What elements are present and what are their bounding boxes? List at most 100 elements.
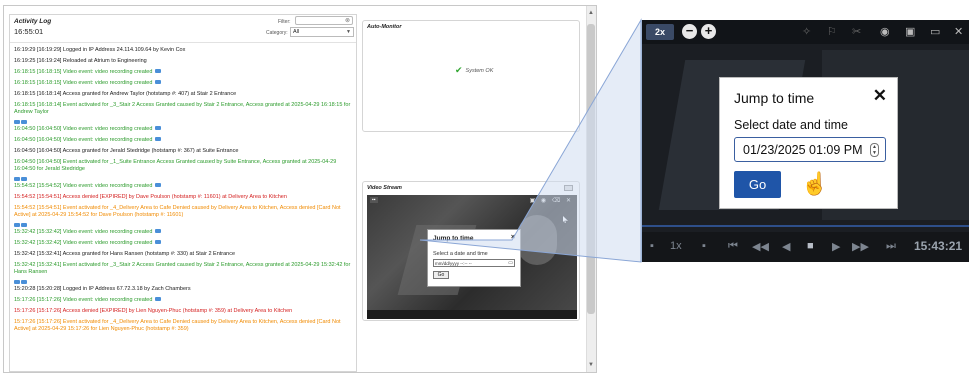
scrollbar-thumb[interactable]: [587, 24, 595, 314]
chevron-down-icon: ▼: [346, 29, 351, 35]
video-clip-icons[interactable]: [14, 177, 352, 181]
camera-icon[interactable]: [14, 120, 20, 124]
dialog-label: Select a date and time: [433, 251, 488, 257]
log-entry-text: 15:17:26 [15:17:26] Video event: video r…: [14, 297, 153, 303]
datetime-value: 01/23/2025 01:09 PM: [743, 143, 863, 157]
zoom-out-icon[interactable]: −: [682, 24, 697, 39]
datetime-input[interactable]: 01/23/2025 01:09 PM ▲ ▼: [734, 137, 886, 162]
frame-icon[interactable]: ▪: [650, 240, 654, 252]
camera-icon[interactable]: [14, 280, 20, 284]
datetime-placeholder: mm/dd/yyyy --:-- --: [435, 261, 472, 266]
video-toolbar-icons[interactable]: ▣ ◉ ⌫ ✕: [530, 197, 573, 204]
fast-forward-icon[interactable]: ▶▶: [852, 240, 869, 253]
category-select[interactable]: All ▼: [290, 27, 354, 37]
zoom-toolbar: 2x − + ✧ ⚐ ✂ ◉ ▣ ▭ ✕: [642, 20, 969, 44]
log-entry-text: 16:18:15 [16:18:14] Access granted for A…: [14, 91, 237, 97]
video-overlay-tag: ▪▪: [370, 197, 378, 203]
skip-end-icon[interactable]: ⏭: [886, 240, 896, 253]
log-entry-text: 16:18:15 [16:18:15] Video event: video r…: [14, 80, 153, 86]
log-entry: 16:18:15 [16:18:15] Video event: video r…: [14, 80, 352, 87]
camera-icon[interactable]: [21, 223, 27, 227]
log-entry: 16:04:50 [16:04:50] Video event: video r…: [14, 126, 352, 133]
log-entry-text: 15:54:52 [15:54:51] Event activated for …: [14, 205, 341, 218]
filter-input[interactable]: ⊗: [295, 16, 353, 25]
stepper-icon[interactable]: ▲ ▼: [870, 143, 879, 157]
log-entry: 15:17:26 [15:17:26] Access denied [EXPIR…: [14, 308, 352, 315]
camera-icon[interactable]: [155, 69, 162, 73]
video-feed[interactable]: ▪▪ ▣ ◉ ⌫ ✕ Jump to time × Select a date …: [367, 195, 577, 319]
play-icon[interactable]: ▶: [832, 240, 840, 253]
close-icon[interactable]: ✕: [873, 86, 887, 106]
step-back-icon[interactable]: ◀: [782, 240, 790, 253]
zoom-in-icon[interactable]: +: [701, 24, 716, 39]
camera-icon[interactable]: [14, 177, 20, 181]
go-button[interactable]: Go: [734, 171, 781, 198]
camera-icon[interactable]: [21, 120, 27, 124]
speed-label[interactable]: 1x: [670, 240, 682, 252]
datetime-input[interactable]: mm/dd/yyyy --:-- -- ▭: [433, 259, 515, 267]
log-entry-text: 15:32:42 [15:32:41] Access granted for H…: [14, 251, 236, 257]
log-entry-text: 16:04:50 [16:04:50] Video event: video r…: [14, 137, 153, 143]
log-entry: 15:54:52 [15:54:51] Access denied [EXPIR…: [14, 194, 352, 201]
scroll-down-icon[interactable]: ▼: [587, 360, 595, 370]
close-icon[interactable]: ✕: [954, 25, 963, 38]
disabled-tool-icon: ✧: [802, 26, 812, 38]
video-scene-shape: [517, 215, 557, 265]
skip-start-icon[interactable]: ⏮: [728, 240, 738, 253]
log-entry: 15:54:52 [15:54:52] Video event: video r…: [14, 183, 352, 190]
video-clip-icons[interactable]: [14, 280, 352, 284]
video-panel-toggle[interactable]: [564, 185, 573, 191]
video-clip-icons[interactable]: [14, 223, 352, 227]
zoom-level-button[interactable]: 2x: [646, 24, 674, 40]
stop-icon[interactable]: ■: [807, 240, 814, 252]
log-entry-text: 16:18:15 [16:18:14] Event activated for …: [14, 102, 351, 115]
log-entry-text: 15:20:28 [15:20:28] Logged in IP Address…: [14, 286, 191, 292]
camera-icon[interactable]: [155, 297, 162, 301]
log-entry: 16:18:15 [16:18:15] Video event: video r…: [14, 69, 352, 76]
camera-icon[interactable]: [155, 240, 162, 244]
filter-label: Filter:: [278, 19, 291, 25]
close-icon[interactable]: ×: [511, 234, 515, 241]
log-entry: 15:17:26 [15:17:26] Video event: video r…: [14, 297, 352, 304]
disabled-tool-icon: ✂: [852, 26, 862, 38]
video-control-bar[interactable]: [367, 310, 577, 319]
camera-icon[interactable]: [21, 177, 27, 181]
scrollbar[interactable]: ▲ ▼: [586, 6, 596, 372]
log-entry-text: 16:19:29 [16:19:29] Logged in IP Address…: [14, 47, 186, 53]
frame-icon[interactable]: ▪: [702, 240, 706, 252]
log-entry: 16:04:50 [16:04:50] Video event: video r…: [14, 137, 352, 144]
activity-log-header: Activity Log 16:55:01 Filter: ⊗ Category…: [10, 15, 356, 43]
activity-log-title: Activity Log: [14, 18, 52, 25]
save-icon[interactable]: ▣: [905, 25, 915, 38]
scroll-up-icon[interactable]: ▲: [587, 8, 595, 18]
log-entry: 16:04:50 [16:04:50] Event activated for …: [14, 159, 352, 173]
clear-icon[interactable]: ⊗: [345, 17, 350, 25]
log-entry-text: 16:04:50 [16:04:50] Event activated for …: [14, 159, 337, 172]
log-entry: 16:18:15 [16:18:14] Access granted for A…: [14, 91, 352, 98]
disabled-tool-icon: ⚐: [827, 26, 837, 38]
log-entry: 16:04:50 [16:04:50] Access granted for J…: [14, 148, 352, 155]
camera-icon[interactable]: [155, 80, 162, 84]
camera-icon[interactable]: [155, 183, 162, 187]
timeline-bar[interactable]: [642, 225, 969, 227]
camera-icon[interactable]: [14, 223, 20, 227]
calendar-icon[interactable]: ▭: [930, 25, 940, 38]
main-window: Activity Log 16:55:01 Filter: ⊗ Category…: [3, 5, 597, 373]
camera-icon[interactable]: [21, 280, 27, 284]
camera-icon[interactable]: [155, 126, 162, 130]
camera-icon[interactable]: [155, 137, 162, 141]
category-label: Category:: [266, 30, 288, 36]
snapshot-icon[interactable]: ◉: [880, 25, 890, 38]
log-entry-text: 16:18:15 [16:18:15] Video event: video r…: [14, 69, 153, 75]
log-entry-text: 15:32:42 [15:32:41] Event activated for …: [14, 262, 351, 275]
log-entry: 15:32:42 [15:32:41] Access granted for H…: [14, 251, 352, 258]
dialog-label: Select date and time: [734, 118, 848, 132]
go-button[interactable]: Go: [433, 271, 449, 279]
video-clip-icons[interactable]: [14, 120, 352, 124]
log-entry: 16:19:25 [16:19:24] Reloaded at Atrium t…: [14, 58, 352, 65]
log-entry-text: 15:32:42 [15:32:42] Video event: video r…: [14, 229, 153, 235]
rewind-icon[interactable]: ◀◀: [752, 240, 769, 253]
camera-icon[interactable]: [155, 229, 162, 233]
log-entry: 15:32:42 [15:32:42] Video event: video r…: [14, 229, 352, 236]
calendar-icon[interactable]: ▭: [508, 260, 513, 267]
